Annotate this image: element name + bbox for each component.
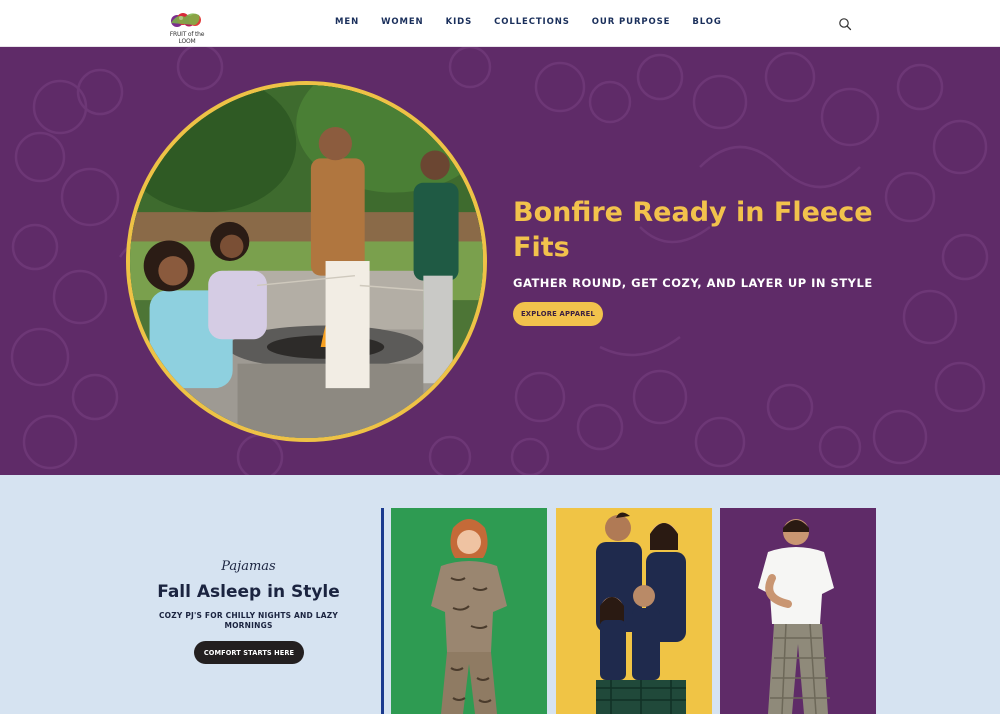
- nav-collections[interactable]: COLLECTIONS: [494, 17, 570, 27]
- hero-image: [126, 81, 487, 442]
- search-icon: [839, 18, 852, 31]
- nav-kids[interactable]: KIDS: [446, 17, 473, 27]
- main-nav: MEN WOMEN KIDS COLLECTIONS OUR PURPOSE B…: [335, 17, 744, 27]
- product-card-womens-pajamas[interactable]: [391, 508, 547, 714]
- nav-men[interactable]: MEN: [335, 17, 359, 27]
- man-plaid-pants-photo: [720, 508, 876, 714]
- fruit-logo-icon: [171, 13, 201, 27]
- site-header: FRUIT of the LOOM MEN WOMEN KIDS COLLECT…: [0, 0, 1000, 47]
- pajamas-title: Fall Asleep in Style: [157, 582, 340, 602]
- section-divider: [381, 508, 384, 714]
- nav-our-purpose[interactable]: OUR PURPOSE: [592, 17, 671, 27]
- hero-subtitle: GATHER ROUND, GET COZY, AND LAYER UP IN …: [513, 276, 873, 290]
- pajamas-section: Pajamas Fall Asleep in Style COZY PJ'S F…: [0, 475, 1000, 714]
- family-pajamas-photo: [556, 508, 712, 714]
- explore-apparel-button[interactable]: EXPLORE APPAREL: [513, 302, 603, 326]
- nav-blog[interactable]: BLOG: [692, 17, 721, 27]
- logo-wordmark: FRUIT of the LOOM: [169, 31, 205, 45]
- bonfire-family-photo: [130, 85, 483, 438]
- woman-zebra-pajamas-photo: [391, 508, 547, 714]
- product-card-mens-pajamas[interactable]: [720, 508, 876, 714]
- hero-title: Bonfire Ready in Fleece Fits: [513, 197, 873, 263]
- nav-women[interactable]: WOMEN: [381, 17, 423, 27]
- search-button[interactable]: [838, 16, 852, 31]
- pajamas-description: COZY PJ'S FOR CHILLY NIGHTS AND LAZY MOR…: [158, 611, 339, 630]
- product-card-family-pajamas[interactable]: [556, 508, 712, 714]
- comfort-starts-here-button[interactable]: COMFORT STARTS HERE: [194, 641, 304, 664]
- pajamas-eyebrow: Pajamas: [221, 559, 276, 574]
- hero-banner: Bonfire Ready in Fleece Fits GATHER ROUN…: [0, 47, 1000, 475]
- brand-logo[interactable]: FRUIT of the LOOM: [165, 9, 209, 45]
